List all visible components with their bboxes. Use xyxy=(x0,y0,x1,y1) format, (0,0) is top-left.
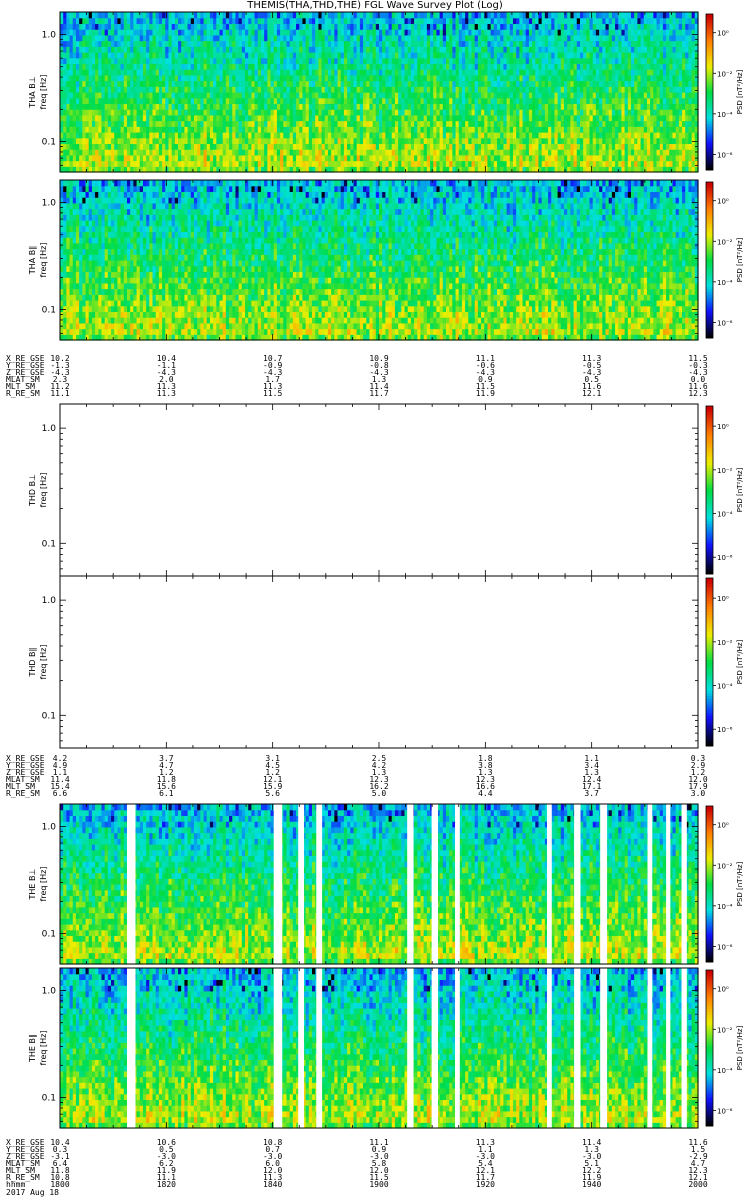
panel-tha-b-: 1.00.1THA B⊥ freq [Hz]10⁰10⁻²10⁻⁴10⁻⁶PSD … xyxy=(28,11,744,173)
wave-survey-plot: 1.00.1THA B⊥ freq [Hz]10⁰10⁻²10⁻⁴10⁻⁶PSD … xyxy=(28,11,744,1129)
